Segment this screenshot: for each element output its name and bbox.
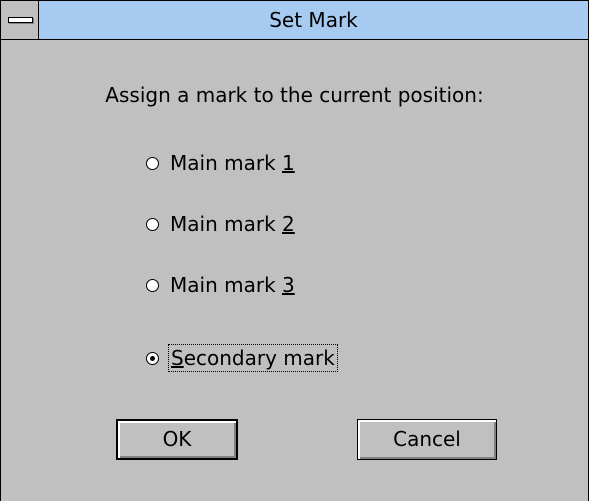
radio-button-checked-icon[interactable] <box>146 351 159 365</box>
ok-button[interactable]: OK <box>116 419 238 460</box>
prompt-label: Assign a mark to the current position: <box>105 83 484 107</box>
system-menu-icon <box>8 17 33 23</box>
radio-button-icon[interactable] <box>146 278 159 292</box>
title-bar: Set Mark <box>1 1 588 40</box>
radio-main-mark-2[interactable]: Main mark 2 <box>146 210 295 238</box>
radio-button-icon[interactable] <box>146 217 159 231</box>
radio-label: Secondary mark <box>168 344 338 372</box>
radio-secondary-mark[interactable]: Secondary mark <box>146 344 338 372</box>
radio-label: Main mark 3 <box>170 273 295 297</box>
radio-label: Main mark 1 <box>170 151 295 175</box>
cancel-button[interactable]: Cancel <box>357 419 497 460</box>
dialog-title: Set Mark <box>269 8 358 32</box>
set-mark-dialog: Set Mark Assign a mark to the current po… <box>0 0 589 501</box>
radio-button-icon[interactable] <box>146 156 159 170</box>
radio-main-mark-3[interactable]: Main mark 3 <box>146 271 295 299</box>
radio-main-mark-1[interactable]: Main mark 1 <box>146 149 295 177</box>
radio-label: Main mark 2 <box>170 212 295 236</box>
system-menu-button[interactable] <box>1 1 39 39</box>
